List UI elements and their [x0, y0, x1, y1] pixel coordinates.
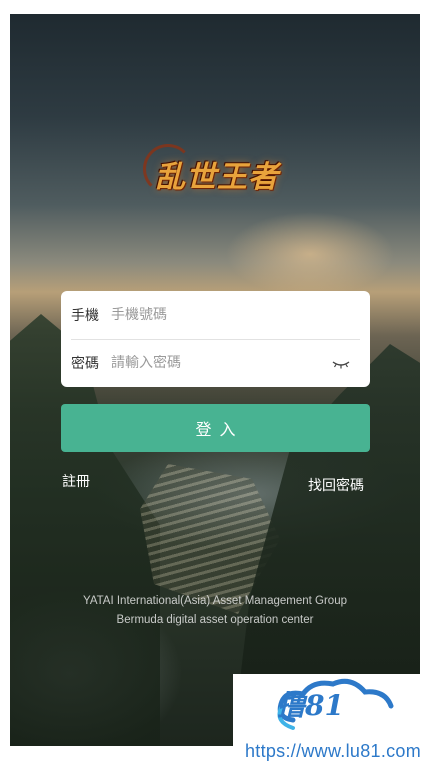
login-form: 手機 密碼 — [61, 291, 370, 387]
watermark-logo-text: 撸81 — [277, 689, 344, 722]
register-link[interactable]: 註冊 — [62, 471, 90, 491]
game-logo-text: 乱世王者 — [155, 160, 279, 195]
eye-closed-icon[interactable] — [330, 353, 352, 373]
game-logo: 乱世王者 — [143, 142, 293, 208]
site-watermark: 撸81 https://www.lu81.com — [233, 674, 433, 764]
footer-company-subtitle: Bermuda digital asset operation center — [116, 614, 314, 626]
login-button[interactable]: 登入 — [61, 404, 370, 452]
footer-company-name: YATAI International(Asia) Asset Manageme… — [83, 595, 347, 607]
phone-row: 手機 — [61, 291, 370, 339]
password-input[interactable] — [111, 355, 311, 371]
forgot-password-link[interactable]: 找回密碼 — [308, 475, 364, 495]
watermark-url: https://www.lu81.com — [244, 741, 422, 761]
login-screen: 乱世王者 手機 密碼 登入 註冊 找回密碼 YATAI Internationa… — [10, 14, 420, 746]
password-label: 密碼 — [71, 356, 99, 372]
password-row: 密碼 — [61, 339, 370, 387]
phone-label: 手機 — [71, 308, 99, 324]
phone-input[interactable] — [111, 307, 311, 323]
